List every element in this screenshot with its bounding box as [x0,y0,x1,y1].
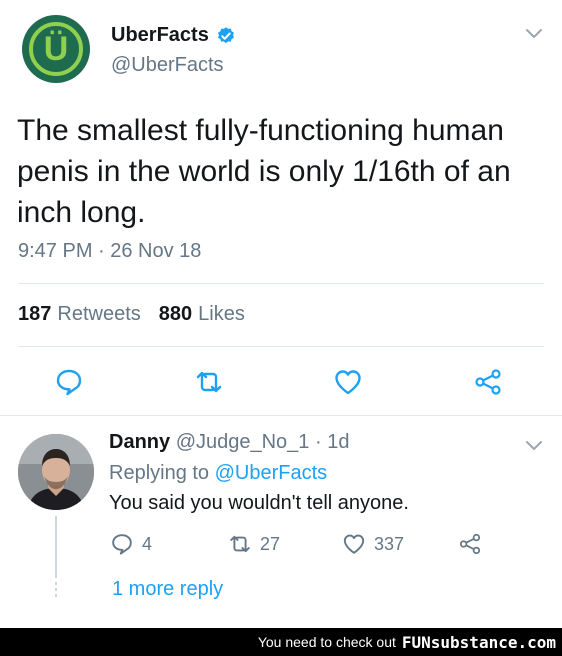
reply-avatar[interactable] [18,434,94,510]
reply-header: Danny @Judge_No_1 · 1d [109,431,349,454]
retweets-stat[interactable]: 187 Retweets [18,303,141,326]
avatar[interactable]: Ü [22,15,90,83]
replying-to: Replying to @UberFacts [109,462,327,485]
share-icon [459,533,481,555]
likes-label: Likes [198,303,245,325]
heart-icon [335,370,361,395]
retweets-label: Retweets [57,303,141,325]
reply-author-handle[interactable]: @Judge_No_1 [176,431,310,453]
author-display-name[interactable]: UberFacts [111,24,209,47]
tweet-stats: 187 Retweets 880 Likes [18,303,245,326]
tweet-timestamp[interactable]: 9:47 PM · 26 Nov 18 [18,240,201,263]
tweet-text: The smallest fully-functioning human pen… [17,114,511,229]
retweet-icon [230,535,250,553]
verified-badge-icon [217,26,234,43]
retweet-icon [196,371,222,393]
reply-like-button[interactable]: 337 [342,532,404,556]
watermark-banner: You need to check out FUNsubstance.com [0,628,562,656]
like-button[interactable] [333,367,363,397]
divider [18,346,544,347]
reply-bubble-icon [56,369,82,396]
replying-to-mention[interactable]: @UberFacts [215,462,328,484]
reply-bubble-icon [112,534,132,555]
reply-divider [0,415,562,416]
reply-share-button[interactable] [458,532,490,556]
retweets-count: 187 [18,303,52,325]
author-name-row: UberFacts [111,24,236,47]
reply-author-name[interactable]: Danny [109,431,170,453]
reply-action-bar: 4 27 337 [0,532,562,560]
likes-count: 880 [158,303,193,325]
author-handle[interactable]: @UberFacts [111,54,224,77]
retweet-button[interactable] [194,367,224,397]
thread-dots [55,582,57,600]
divider [18,283,544,284]
chevron-down-icon[interactable] [525,26,543,40]
reply-button[interactable] [54,367,84,397]
share-button[interactable] [473,367,503,397]
heart-icon [343,534,365,554]
reply-retweet-button[interactable]: 27 [228,532,280,556]
avatar-letter: Ü [43,30,69,68]
watermark-brand[interactable]: FUNsubstance.com [402,633,556,652]
tweet-page: Ü UberFacts @UberFacts The smallest full… [0,0,562,656]
reply-time[interactable]: · 1d [315,431,349,453]
reply-count: 4 [142,533,153,554]
avatar-photo [18,434,94,510]
reply-text: You said you wouldn't tell anyone. [109,492,409,514]
likes-stat[interactable]: 880 Likes [159,303,245,326]
chevron-down-icon[interactable] [525,438,543,452]
main-tweet: Ü UberFacts @UberFacts The smallest full… [0,0,562,415]
retweet-count: 27 [260,533,281,554]
like-count: 337 [374,533,405,554]
reply-reply-button[interactable]: 4 [110,532,152,556]
watermark-text: You need to check out [257,634,396,650]
avatar-logo: Ü [29,22,83,76]
replying-to-label: Replying to [109,462,210,484]
share-icon [475,369,501,395]
more-replies-link[interactable]: 1 more reply [112,578,223,601]
